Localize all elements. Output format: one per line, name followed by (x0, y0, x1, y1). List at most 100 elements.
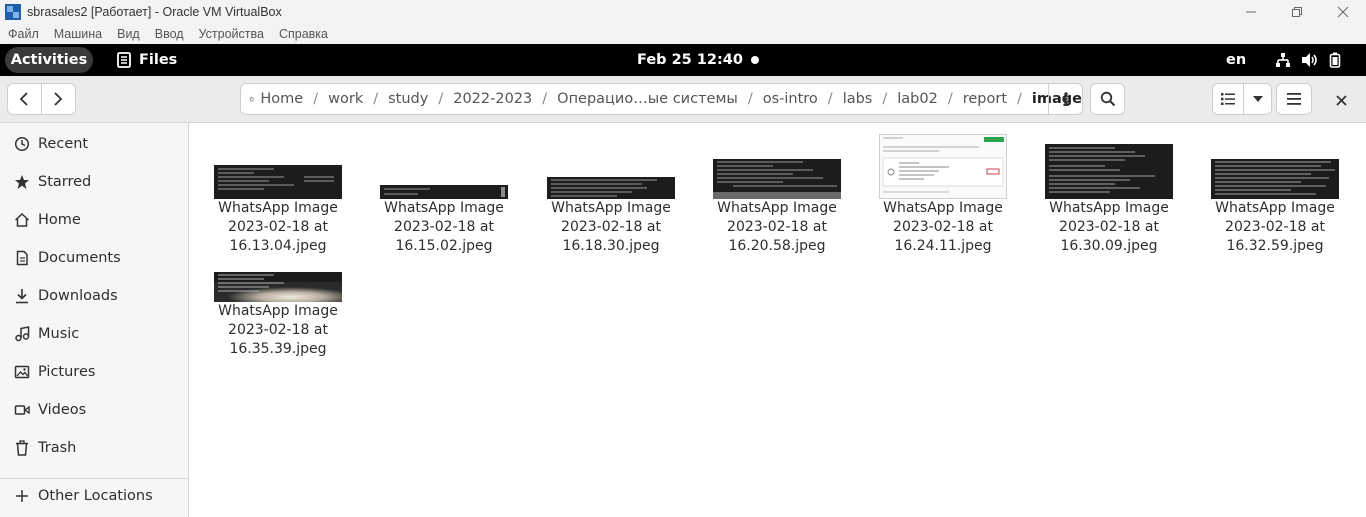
crumb-operating-systems[interactable]: Операцио…ые системы (557, 91, 738, 107)
restore-icon (1292, 6, 1302, 17)
menu-machine[interactable]: Машина (54, 27, 102, 41)
sidebar-item-label: Other Locations (38, 488, 153, 504)
path-separator: / (542, 91, 548, 107)
file-item[interactable]: WhatsApp Image 2023-02-18 at 16.15.02.jp… (364, 165, 524, 256)
image-thumbnail (879, 134, 1007, 199)
picture-icon (14, 365, 30, 379)
sidebar-item-label: Trash (38, 440, 77, 456)
chevron-down-icon (1252, 96, 1263, 102)
back-button[interactable] (8, 84, 42, 114)
sidebar-item-trash[interactable]: Trash (0, 431, 188, 465)
file-name: WhatsApp Image 2023-02-18 at 16.35.39.jp… (198, 302, 358, 359)
menu-help[interactable]: Справка (279, 27, 328, 41)
file-name-line: 2023-02-18 at (1059, 219, 1159, 235)
crumb-os-intro[interactable]: os-intro (763, 91, 818, 107)
video-icon (14, 405, 30, 415)
app-menu[interactable]: Files (117, 44, 177, 76)
view-options-button[interactable] (1244, 84, 1271, 114)
file-name-line: WhatsApp Image (1049, 200, 1169, 216)
chevron-right-icon (54, 92, 63, 106)
sidebar-item-label: Starred (38, 174, 92, 190)
menu-file[interactable]: Файл (8, 27, 39, 41)
clock[interactable]: Feb 25 12:40 (637, 44, 743, 76)
file-name-line: WhatsApp Image (717, 200, 837, 216)
menu-devices[interactable]: Устройства (199, 27, 264, 41)
file-name-line: 16.32.59.jpeg (1226, 238, 1324, 254)
crumb-report[interactable]: report (963, 91, 1007, 107)
sidebar-item-starred[interactable]: Starred (0, 165, 188, 199)
places-sidebar: Recent Starred Home Documents Downloads … (0, 123, 189, 517)
image-thumbnail (1045, 144, 1173, 199)
sidebar-item-videos[interactable]: Videos (0, 393, 188, 427)
path-separator: / (313, 91, 319, 107)
menu-view[interactable]: Вид (117, 27, 140, 41)
close-files-button[interactable] (1330, 89, 1352, 111)
search-button[interactable] (1090, 83, 1125, 115)
path-separator: / (827, 91, 833, 107)
path-separator: / (373, 91, 379, 107)
file-name: WhatsApp Image 2023-02-18 at 16.18.30.jp… (531, 199, 691, 256)
file-name: WhatsApp Image 2023-02-18 at 16.13.04.jp… (198, 199, 358, 256)
image-thumbnail (547, 177, 675, 199)
restore-button[interactable] (1274, 0, 1320, 23)
file-icon-view: WhatsApp Image 2023-02-18 at 16.13.04.jp… (189, 123, 1366, 517)
host-window-titlebar: sbrasales2 [Работает] - Oracle VM Virtua… (0, 0, 1366, 23)
file-name-line: WhatsApp Image (1215, 200, 1335, 216)
file-item[interactable]: WhatsApp Image 2023-02-18 at 16.32.59.jp… (1195, 159, 1355, 256)
keyboard-layout-indicator[interactable]: en (1226, 44, 1246, 76)
crumb-work[interactable]: work (328, 91, 363, 107)
forward-button[interactable] (42, 84, 76, 114)
sidebar-item-documents[interactable]: Documents (0, 241, 188, 275)
battery-icon (1329, 52, 1341, 68)
trash-icon (16, 440, 28, 456)
crumb-study[interactable]: study (388, 91, 428, 107)
close-window-button[interactable] (1320, 0, 1366, 23)
crumb-labs[interactable]: labs (843, 91, 873, 107)
plus-icon (16, 490, 28, 502)
image-thumbnail (214, 272, 342, 302)
file-item[interactable]: WhatsApp Image 2023-02-18 at 16.20.58.jp… (697, 159, 857, 256)
crumb-2022-2023[interactable]: 2022-2023 (453, 91, 532, 107)
image-thumbnail (713, 159, 841, 199)
file-name: WhatsApp Image 2023-02-18 at 16.24.11.jp… (863, 199, 1023, 256)
file-name-line: WhatsApp Image (384, 200, 504, 216)
sidebar-item-recent[interactable]: Recent (0, 127, 188, 161)
file-item[interactable]: WhatsApp Image 2023-02-18 at 16.35.39.jp… (198, 272, 358, 359)
list-view-button[interactable] (1213, 84, 1245, 114)
file-name-line: 16.15.02.jpeg (395, 238, 493, 254)
minimize-icon (1246, 11, 1256, 12)
main-menu-button[interactable] (1276, 83, 1312, 115)
sidebar-item-pictures[interactable]: Pictures (0, 355, 188, 389)
star-icon (15, 175, 29, 189)
sidebar-item-label: Pictures (38, 364, 96, 380)
file-item[interactable]: WhatsApp Image 2023-02-18 at 16.24.11.jp… (863, 134, 1023, 256)
menu-input[interactable]: Ввод (155, 27, 184, 41)
file-name-line: 16.30.09.jpeg (1060, 238, 1158, 254)
system-tray[interactable] (1275, 44, 1341, 76)
file-item[interactable]: WhatsApp Image 2023-02-18 at 16.13.04.jp… (198, 165, 358, 256)
sidebar-item-music[interactable]: Music (0, 317, 188, 351)
list-view-icon (1221, 93, 1236, 105)
app-name: Files (139, 52, 178, 68)
sidebar-item-other-locations[interactable]: Other Locations (0, 479, 188, 513)
sidebar-item-label: Recent (38, 136, 89, 152)
file-item[interactable]: WhatsApp Image 2023-02-18 at 16.18.30.jp… (531, 165, 691, 256)
file-name-line: 16.35.39.jpeg (229, 341, 327, 357)
gnome-top-bar: Activities Files Feb 25 12:40 en (0, 44, 1366, 76)
crumb-lab02[interactable]: lab02 (897, 91, 938, 107)
file-name-line: 16.24.11.jpeg (894, 238, 992, 254)
file-name-line: 2023-02-18 at (561, 219, 661, 235)
sidebar-item-home[interactable]: Home (0, 203, 188, 237)
sidebar-item-downloads[interactable]: Downloads (0, 279, 188, 313)
navigation-buttons (7, 83, 76, 115)
network-icon (1276, 53, 1290, 67)
activities-button[interactable]: Activities (5, 47, 93, 73)
download-icon (16, 289, 28, 304)
file-item[interactable]: WhatsApp Image 2023-02-18 at 16.30.09.jp… (1029, 144, 1189, 256)
file-name-line: 16.20.58.jpeg (728, 238, 826, 254)
folder-menu-button[interactable] (1048, 84, 1082, 114)
files-headerbar: Home / work / study / 2022-2023 / Операц… (0, 76, 1366, 123)
image-thumbnail (214, 165, 342, 199)
crumb-home[interactable]: Home (260, 91, 303, 107)
minimize-button[interactable] (1228, 0, 1274, 23)
